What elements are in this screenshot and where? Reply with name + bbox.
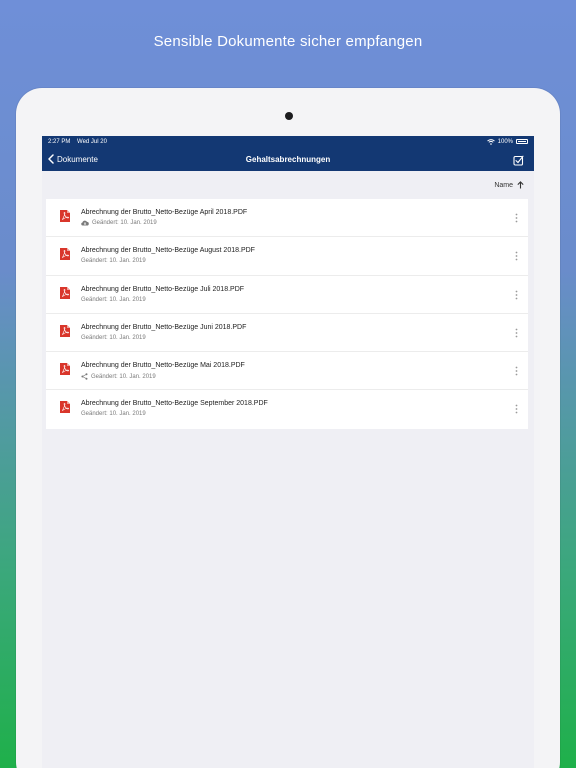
navigation-bar: Dokumente Gehaltsabrechnungen [42, 147, 534, 171]
pdf-file-icon [60, 401, 70, 414]
sort-control[interactable]: Name [42, 171, 534, 199]
file-meta: Geändert: 10. Jan. 2019 [81, 411, 146, 417]
file-row[interactable]: Abrechnung der Brutto_Netto-Bezüge Septe… [46, 390, 528, 428]
checkbox-edit-icon [513, 155, 524, 166]
file-modified: Geändert: 10. Jan. 2019 [81, 334, 146, 341]
more-options-icon[interactable] [515, 213, 518, 223]
app-screen: 2:27 PM Wed Jul 20 100% Dokumente Gehalt… [42, 136, 534, 768]
file-modified: Geändert: 10. Jan. 2019 [92, 220, 157, 226]
page-title: Gehaltsabrechnungen [245, 154, 331, 164]
file-row[interactable]: Abrechnung der Brutto_Netto-Bezüge Mai 2… [46, 352, 528, 391]
share-icon [81, 373, 88, 380]
pdf-file-icon [60, 286, 70, 299]
arrow-up-icon [517, 181, 524, 189]
file-list: Abrechnung der Brutto_Netto-Bezüge April… [46, 199, 528, 429]
battery-icon [516, 139, 528, 144]
cloud-download-icon [81, 220, 89, 226]
status-time: 2:27 PM [48, 138, 71, 145]
file-name: Abrechnung der Brutto_Netto-Bezüge Septe… [81, 400, 268, 408]
file-row[interactable]: Abrechnung der Brutto_Netto-Bezüge Augus… [46, 237, 528, 276]
pdf-file-icon [60, 324, 70, 337]
file-name: Abrechnung der Brutto_Netto-Bezüge Augus… [81, 247, 255, 255]
status-bar: 2:27 PM Wed Jul 20 100% [42, 136, 534, 147]
file-name: Abrechnung der Brutto_Netto-Bezüge April… [81, 209, 248, 216]
more-options-icon[interactable] [515, 366, 518, 376]
file-name: Abrechnung der Brutto_Netto-Bezüge Juni … [81, 323, 247, 331]
file-modified: Geändert: 10. Jan. 2019 [91, 373, 156, 380]
file-meta: Geändert: 10. Jan. 2019 [81, 373, 156, 380]
headline: Sensible Dokumente sicher empfangen [153, 33, 423, 50]
file-name: Abrechnung der Brutto_Netto-Bezüge Juli … [81, 285, 245, 293]
pdf-file-icon [60, 363, 70, 376]
file-modified: Geändert: 10. Jan. 2019 [81, 411, 146, 418]
file-modified: Geändert: 10. Jan. 2019 [81, 296, 146, 303]
wifi-icon [486, 138, 495, 145]
more-options-icon[interactable] [515, 251, 518, 261]
status-date: Wed Jul 20 [77, 138, 107, 145]
more-options-icon[interactable] [515, 404, 518, 414]
file-row[interactable]: Abrechnung der Brutto_Netto-Bezüge April… [46, 199, 528, 238]
camera-icon [285, 112, 293, 120]
more-options-icon[interactable] [515, 328, 518, 338]
file-name: Abrechnung der Brutto_Netto-Bezüge Mai 2… [81, 362, 245, 370]
sort-label: Name [494, 181, 513, 189]
select-button[interactable] [513, 153, 524, 171]
pdf-file-icon [60, 210, 70, 222]
pdf-file-icon [60, 248, 70, 261]
back-button-label: Dokumente [57, 154, 98, 164]
file-meta: Geändert: 10. Jan. 2019 [81, 335, 146, 341]
chevron-left-icon [48, 154, 54, 164]
file-meta: Geändert: 10. Jan. 2019 [81, 220, 157, 226]
battery-percent: 100% [497, 138, 513, 145]
more-options-icon[interactable] [515, 290, 518, 300]
file-modified: Geändert: 10. Jan. 2019 [81, 258, 146, 265]
back-button[interactable]: Dokumente [48, 154, 98, 164]
file-meta: Geändert: 10. Jan. 2019 [81, 258, 146, 264]
file-meta: Geändert: 10. Jan. 2019 [81, 297, 146, 303]
file-row[interactable]: Abrechnung der Brutto_Netto-Bezüge Juli … [46, 276, 528, 314]
file-row[interactable]: Abrechnung der Brutto_Netto-Bezüge Juni … [46, 314, 528, 353]
